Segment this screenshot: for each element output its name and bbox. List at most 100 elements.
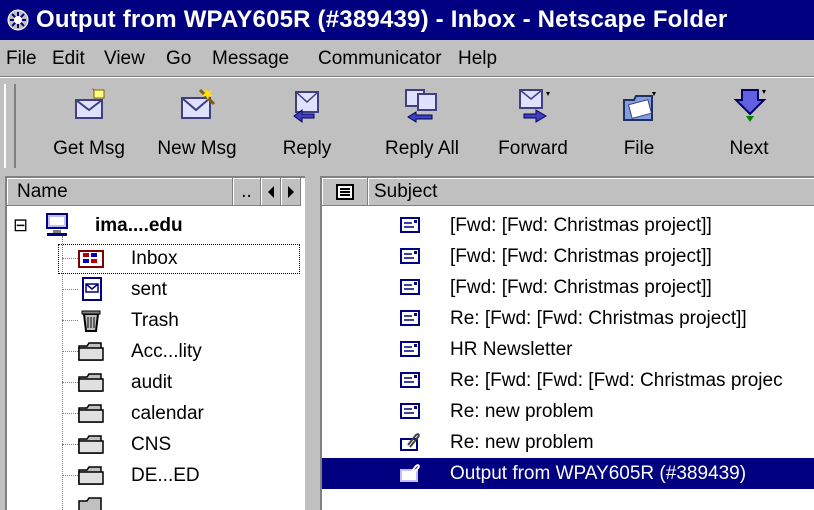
menu-go[interactable]: Go [166, 48, 191, 70]
arrow-left-icon [267, 186, 274, 198]
message-row[interactable]: [Fwd: [Fwd: Christmas project]] [322, 241, 814, 272]
mail-server-icon [46, 213, 68, 236]
scroll-right-button[interactable] [281, 178, 301, 206]
message-icon [400, 310, 420, 326]
message-subject: Output from WPAY605R (#389439) [450, 463, 747, 484]
message-subject: Re: [Fwd: [Fwd: [Fwd: Christmas projec [450, 370, 783, 391]
message-row[interactable]: HR Newsletter [322, 334, 814, 365]
folder-label: Inbox [131, 248, 178, 269]
folder-acc-lity[interactable]: Acc...lity [7, 336, 305, 367]
thread-list-icon [335, 184, 354, 200]
message-icon [400, 217, 420, 233]
name-column-header[interactable]: Name [7, 178, 233, 206]
folder-icon [78, 497, 102, 510]
message-icon [400, 341, 420, 357]
forward-button[interactable]: Forward [488, 84, 578, 168]
reply-label: Reply [282, 138, 332, 159]
get-msg-icon [75, 88, 105, 119]
file-icon [623, 92, 656, 121]
message-subject: Re: [Fwd: [Fwd: Christmas project]] [450, 308, 747, 329]
message-icon [400, 403, 420, 419]
message-pane: Subject [Fwd: [Fwd: Christmas project]] … [320, 176, 814, 510]
collapse-column-button[interactable]: .. [233, 178, 261, 206]
new-msg-icon [181, 88, 216, 119]
message-subject: Re: new problem [450, 401, 594, 422]
folder-cns[interactable]: CNS [7, 429, 305, 460]
folder-label: calendar [131, 403, 204, 424]
next-button[interactable]: Next [704, 84, 794, 168]
folder-label: Acc...lity [131, 341, 202, 362]
reply-all-icon [405, 89, 437, 123]
message-row[interactable]: Re: [Fwd: [Fwd: Christmas project]] [322, 303, 814, 334]
netscape-app-icon[interactable] [6, 8, 30, 32]
thread-column-button[interactable] [322, 178, 368, 206]
folder-calendar[interactable]: calendar [7, 398, 305, 429]
reply-all-button[interactable]: Reply All [370, 84, 474, 168]
message-subject: HR Newsletter [450, 339, 573, 360]
forward-icon [519, 89, 550, 123]
message-row-selected[interactable]: Output from WPAY605R (#389439) [322, 458, 814, 489]
folder-icon [78, 373, 104, 392]
trash-icon [81, 310, 101, 332]
menu-bar: File Edit View Go Message Communicator H… [0, 40, 814, 77]
file-button[interactable]: File [594, 84, 684, 168]
get-msg-label: Get Msg [53, 138, 125, 159]
message-row[interactable]: Re: [Fwd: [Fwd: [Fwd: Christmas projec [322, 365, 814, 396]
arrow-right-icon [287, 186, 294, 198]
reply-button[interactable]: Reply [262, 84, 352, 168]
scroll-left-button[interactable] [261, 178, 281, 206]
forward-label: Forward [498, 138, 568, 159]
folder-audit[interactable]: audit [7, 367, 305, 398]
menu-edit[interactable]: Edit [52, 48, 85, 70]
folder-icon [78, 404, 104, 423]
menu-file[interactable]: File [6, 48, 37, 70]
inbox-icon [78, 250, 104, 268]
message-icon [400, 279, 420, 295]
new-msg-button[interactable]: New Msg [152, 84, 242, 168]
folder-label: sent [131, 279, 167, 300]
message-icon [400, 372, 420, 388]
message-subject: Re: new problem [450, 432, 594, 453]
next-label: Next [729, 138, 769, 159]
reply-icon [293, 91, 319, 123]
window-title: Output from WPAY605R (#389439) - Inbox -… [36, 6, 728, 33]
folder-trash[interactable]: Trash [7, 305, 305, 336]
folder-icon [78, 435, 104, 454]
attachment-message-icon [400, 464, 420, 482]
attachment-message-icon [400, 433, 420, 451]
menu-view[interactable]: View [104, 48, 145, 70]
folder-icon [78, 342, 104, 361]
account-label: ima....edu [95, 215, 183, 236]
message-subject: [Fwd: [Fwd: Christmas project]] [450, 277, 712, 298]
message-row[interactable]: [Fwd: [Fwd: Christmas project]] [322, 210, 814, 241]
next-icon [733, 89, 767, 122]
toolbar: Get Msg New Msg Reply Reply All Forward … [0, 77, 814, 173]
folder-inbox[interactable]: Inbox [7, 243, 305, 274]
get-msg-button[interactable]: Get Msg [44, 84, 134, 168]
collapse-toggle[interactable]: ⊟ [13, 210, 28, 241]
pane-splitter[interactable] [305, 176, 318, 508]
subject-column-header[interactable]: Subject [368, 178, 814, 206]
message-row[interactable]: Re: new problem [322, 427, 814, 458]
menu-communicator[interactable]: Communicator [318, 48, 442, 70]
menu-help[interactable]: Help [458, 48, 497, 70]
title-bar: Output from WPAY605R (#389439) - Inbox -… [0, 0, 814, 40]
new-msg-label: New Msg [157, 138, 237, 159]
menu-message[interactable]: Message [212, 48, 289, 70]
folder-de-ed[interactable]: DE...ED [7, 460, 305, 491]
folder-icon [78, 466, 104, 485]
folder-label: Trash [131, 310, 179, 331]
folder-sent[interactable]: sent [7, 274, 305, 305]
folder-label: DE...ED [131, 465, 200, 486]
message-subject: [Fwd: [Fwd: Christmas project]] [450, 246, 712, 267]
folder-label: audit [131, 372, 173, 393]
message-row[interactable]: Re: new problem [322, 396, 814, 427]
account-row[interactable]: ⊟ ima....edu [7, 210, 305, 241]
folder-partial[interactable] [7, 491, 305, 510]
message-row[interactable]: [Fwd: [Fwd: Christmas project]] [322, 272, 814, 303]
sent-icon [82, 277, 102, 301]
message-subject: [Fwd: [Fwd: Christmas project]] [450, 215, 712, 236]
folder-label: CNS [131, 434, 172, 455]
folder-pane: Name .. ⊟ ima....edu Inbox sent Trash Ac… [5, 176, 305, 510]
toolbar-grip[interactable] [4, 84, 16, 168]
